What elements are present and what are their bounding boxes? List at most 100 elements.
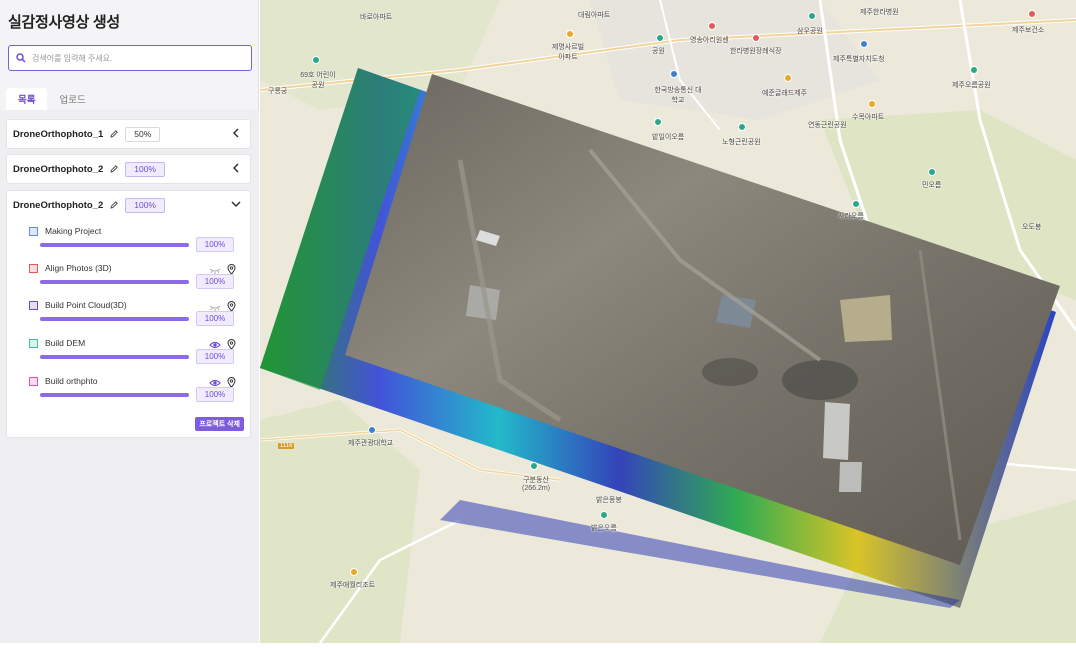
tab-upload[interactable]: 업로드 [47, 88, 97, 110]
poi-marker-icon[interactable] [654, 118, 662, 126]
map-label: 제주애월리조트 [330, 582, 376, 589]
poi-marker-icon[interactable] [808, 12, 816, 20]
project-card[interactable]: DroneOrthophoto_1 50% [6, 119, 251, 149]
task-color-box [29, 339, 38, 348]
task-item: Build DEM 100% [7, 337, 250, 375]
map-label: 밝은몽봉 [596, 497, 622, 504]
map-label: 사라오름 [838, 213, 864, 220]
task-color-box [29, 377, 38, 386]
task-color-box [29, 301, 38, 310]
map-label: 제명사르빌 아파트 [551, 44, 585, 61]
map-label: 연동근린공원 [808, 122, 847, 129]
task-progress-bar [40, 243, 189, 247]
project-name: DroneOrthophoto_1 [13, 128, 104, 140]
poi-marker-icon[interactable] [868, 100, 876, 108]
project-list-panel: DroneOrthophoto_1 50% DroneOrthophoto_2 … [0, 110, 259, 643]
map-label: 수목아파트 [852, 114, 885, 121]
poi-marker-icon[interactable] [970, 66, 978, 74]
map-label: 제주한라병원 [860, 9, 899, 16]
map-label: 오도봉 [1022, 224, 1042, 231]
poi-marker-icon[interactable] [656, 34, 664, 42]
search-input[interactable] [32, 53, 242, 63]
map-label: 한국방송통신 대학교 [654, 87, 702, 104]
map-label: 대림아파트 [578, 12, 611, 19]
map-label: 밝은오름 [591, 525, 617, 532]
poi-marker-icon[interactable] [350, 568, 358, 576]
road-number: 1116 [278, 443, 295, 449]
map-label: 제주특별자치도청 [833, 56, 885, 63]
poi-marker-icon[interactable] [752, 34, 760, 42]
task-label: Build orthphto [45, 376, 98, 386]
poi-marker-icon[interactable] [852, 200, 860, 208]
poi-marker-icon[interactable] [1028, 10, 1036, 18]
bottom-strip [0, 643, 1076, 648]
map-label: 삼우공원 [797, 28, 823, 35]
tab-list[interactable]: 목록 [6, 88, 48, 110]
map-label: 제주보건소 [1012, 27, 1045, 34]
tab-bar: 목록 업로드 [6, 88, 98, 110]
map-label: 공원 [652, 48, 665, 55]
task-progress: 100% [196, 274, 234, 289]
pencil-icon[interactable] [109, 129, 119, 139]
poi-marker-icon[interactable] [784, 74, 792, 82]
task-item: Making Project 100% [7, 225, 250, 263]
task-progress: 100% [196, 311, 234, 326]
task-item: Build Point Cloud(3D) 100% [7, 299, 250, 337]
map-label: 69호 어린이공원 [300, 72, 336, 89]
task-progress: 100% [196, 387, 234, 402]
task-progress-bar [40, 317, 189, 321]
project-progress: 100% [125, 161, 165, 177]
task-progress-bar [40, 355, 189, 359]
task-progress-bar [40, 393, 189, 397]
map-label: 제주관광대학교 [348, 440, 394, 447]
map-label: 민오름 [922, 182, 942, 189]
poi-marker-icon[interactable] [860, 40, 868, 48]
pencil-icon[interactable] [109, 164, 119, 174]
project-card[interactable]: DroneOrthophoto_2 100% [6, 154, 251, 184]
page-title: 실감정사영상 생성 [8, 14, 120, 31]
poi-marker-icon[interactable] [670, 70, 678, 78]
poi-marker-icon[interactable] [708, 22, 716, 30]
task-color-box [29, 227, 38, 236]
map-label: 구분동산 (266.2m) [521, 477, 550, 492]
map-label: 구룡궁 [268, 88, 288, 95]
poi-marker-icon[interactable] [368, 426, 376, 434]
map-label: 예준글래드제주 [762, 90, 808, 97]
project-name: DroneOrthophoto_2 [13, 199, 104, 211]
project-progress: 50% [125, 126, 161, 142]
task-progress-bar [40, 280, 189, 284]
delete-project-button[interactable]: 프로젝트 삭제 [195, 417, 244, 431]
task-item: Align Photos (3D) 100% [7, 262, 250, 300]
map-label: 밭일이오름 [652, 134, 685, 141]
task-color-box [29, 264, 38, 273]
pencil-icon[interactable] [109, 200, 119, 210]
map-label: 노형근린공원 [722, 139, 761, 146]
poi-marker-icon[interactable] [928, 168, 936, 176]
poi-marker-icon[interactable] [738, 123, 746, 131]
map-label: 영송아리원센 [690, 37, 729, 44]
task-progress: 100% [196, 349, 234, 364]
poi-marker-icon[interactable] [566, 30, 574, 38]
chevron-down-icon[interactable] [230, 198, 242, 210]
task-item: Build orthphto 100% [7, 375, 250, 413]
project-card-expanded[interactable]: DroneOrthophoto_2 100% Making Project 10… [6, 190, 251, 438]
task-progress: 100% [196, 237, 234, 252]
project-name: DroneOrthophoto_2 [13, 163, 104, 175]
project-progress: 100% [125, 197, 165, 213]
poi-marker-icon[interactable] [312, 56, 320, 64]
map-label: 바로아파트 [360, 14, 393, 21]
map-view[interactable]: 바로아파트 대림아파트 제주한라병원 제주보건소 삼우공원 제주특별자치도청 제… [260, 0, 1076, 643]
chevron-left-icon[interactable] [230, 127, 242, 139]
poi-marker-icon[interactable] [530, 462, 538, 470]
task-label: Align Photos (3D) [45, 263, 112, 273]
task-label: Build DEM [45, 338, 86, 348]
search-icon [16, 53, 26, 63]
task-label: Build Point Cloud(3D) [45, 300, 127, 310]
poi-marker-icon[interactable] [600, 511, 608, 519]
task-label: Making Project [45, 226, 102, 236]
map-label: 제주오름공원 [952, 82, 991, 89]
sidebar: 실감정사영상 생성 목록 업로드 DroneOrthophoto_1 50% [0, 0, 259, 643]
chevron-left-icon[interactable] [230, 162, 242, 174]
map-label: 한라병원장례식장 [730, 48, 782, 55]
search-box[interactable] [8, 45, 252, 71]
